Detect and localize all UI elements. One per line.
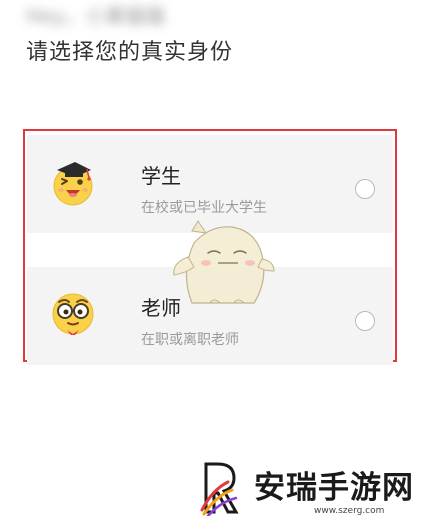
teacher-glasses-emoji-icon [52,293,94,335]
mascot-watermark-icon [173,220,275,304]
blurred-greeting-text: Hey，小果猫猫 [26,4,166,28]
radio-button-teacher[interactable] [355,311,375,331]
site-url: www.szerg.com [314,506,385,516]
site-logo-icon [200,462,239,516]
site-name: 安瑞手游网 [254,470,414,506]
page-title: 请选择您的真实身份 [26,40,234,65]
radio-button-student[interactable] [355,179,375,199]
student-graduation-cap-emoji-icon [53,162,93,206]
role-description: 在职或离职老师 [141,332,239,348]
role-title: 学生 [141,164,181,188]
site-watermark: 安瑞手游网 www.szerg.com [198,460,438,520]
